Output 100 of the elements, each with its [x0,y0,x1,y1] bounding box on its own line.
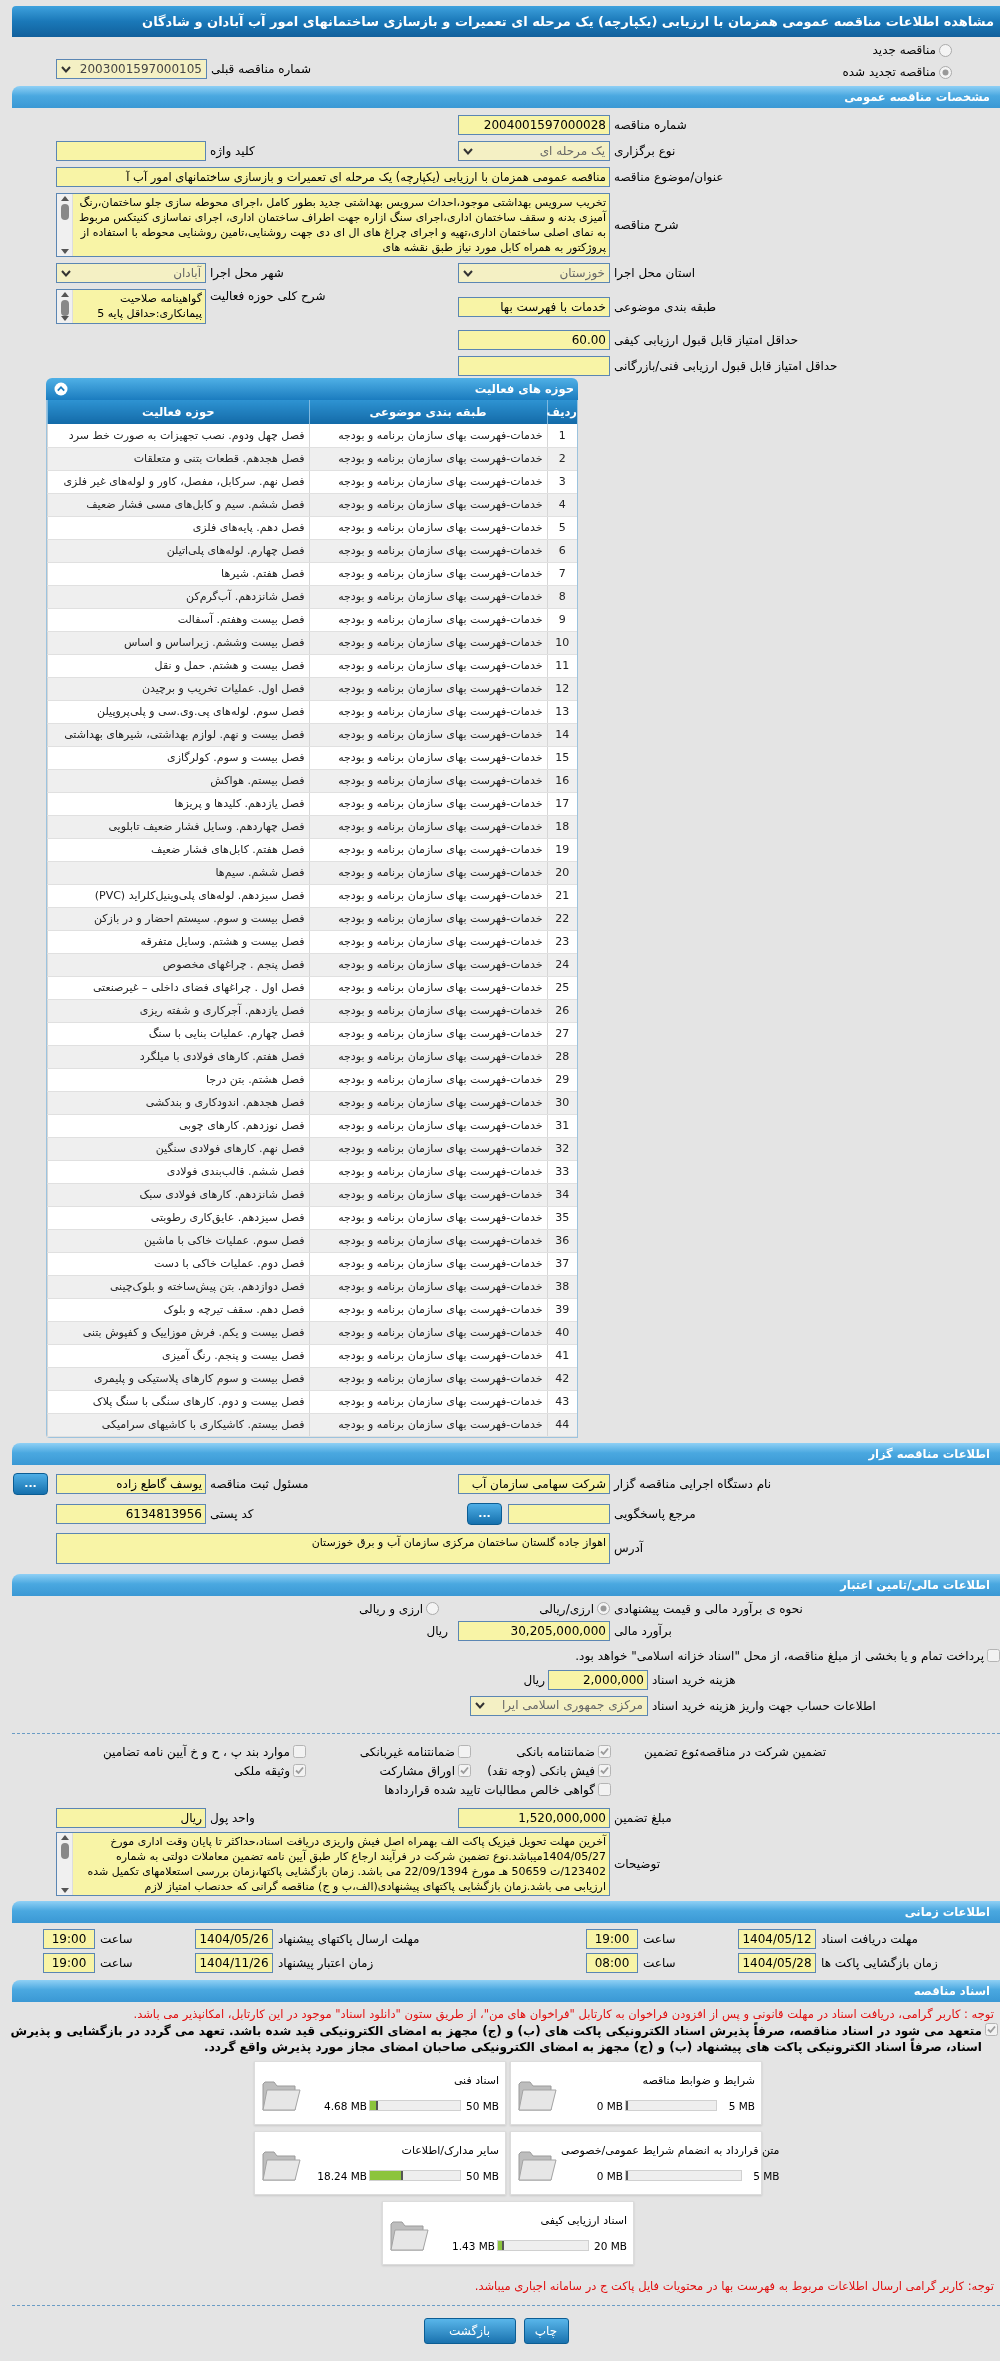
time-field[interactable]: 19:00 [43,1952,95,1973]
date-field[interactable]: 1404/05/26 [195,1928,273,1949]
text-area[interactable]: تخریب سرویس بهداشتی موجود،احداث سرویس بهداشتی جدید بطور کامل ،اجرای محوطه سازی جلو ساختمان،رنگ آمیزی بدنه و سقف ساختمان اداری،اجرای سنگ ازاره جهت اطراف ساختمان اداری، اجرای نماسازی کنیتکس مربوط به نمای اصلی ساختمان اداری،تهیه و اجرای چراغ های ال ای دی جهت روشنایی،تامین روشنایی محوطه با استفاده از پروژکتور به همراه کابل مورد نیاز طبق نقشه های [56,193,610,257]
field-label: حداقل امتیاز قابل قبول ارزیابی کیفی [613,333,800,347]
dropdown[interactable]: یک مرحله ای [458,141,610,161]
checkbox-label: فیش بانکی (وجه نقد) [487,1763,595,1778]
table-cell: فصل بیست و هشتم. وسایل متفرقه [47,930,309,953]
date-field[interactable]: 1404/05/28 [738,1952,816,1973]
table-cell: 35 [547,1206,577,1229]
input-field[interactable]: 6134813956 [56,1503,206,1524]
table-cell: فصل بیست و هشتم. حمل و نقل [47,654,309,677]
dropdown[interactable]: خوزستان [458,263,610,283]
dropdown[interactable]: مرکزی جمهوری اسلامی ایرا [470,1695,648,1716]
table-cell: 32 [547,1137,577,1160]
checkbox[interactable] [598,1764,611,1777]
table-cell: فصل ششم. سیم و کابل‌های مسی فشار ضعیف [47,493,309,516]
radio-button[interactable] [939,43,952,57]
input-field[interactable]: 2,000,000 [548,1669,648,1690]
back-button[interactable]: بازگشت [423,2317,516,2344]
caret-icon [463,269,473,277]
checkbox-label: گواهی خالص مطالبات تایید شده قراردادها [384,1782,595,1797]
section-header: اسناد مناقصه [12,1979,1000,2002]
radio-button[interactable] [597,1602,610,1615]
checkbox[interactable] [598,1745,611,1758]
table-cell: خدمات-فهرست بهای سازمان برنامه و بودجه [309,1275,547,1298]
collapse-icon[interactable] [54,382,68,396]
table-cell: فصل هجدهم. اندودکاری و بندکشی [47,1091,309,1114]
input-field[interactable] [458,356,610,376]
time-field[interactable]: 19:00 [43,1928,95,1949]
input-field[interactable] [56,141,206,161]
radio-label: ارزی/ریالی [539,1601,594,1616]
field-label: واحد پول [209,1810,256,1825]
table-cell: خدمات-فهرست بهای سازمان برنامه و بودجه [309,1022,547,1045]
text-area[interactable]: گواهینامه صلاحیت پیمانکاری:حداقل پایه 5 [56,289,206,324]
checkbox[interactable] [458,1745,471,1758]
input-field[interactable]: 30,205,000,000 [458,1620,610,1641]
max-size: 5 MB [727,2099,755,2112]
input-field[interactable]: 1,520,000,000 [458,1807,610,1828]
checkbox-label: پرداخت تمام و یا بخشی از مبلغ مناقصه، از محل "اسناد خزانه اسلامی" خواهد بود. [575,1648,984,1663]
table-cell: خدمات-فهرست بهای سازمان برنامه و بودجه [309,1160,547,1183]
unit-label: ریال [523,1672,545,1687]
text-area[interactable]: آخرین مهلت تحویل فیزیک پاکت الف بهمراه اصل فیش واریزی دریافت اسناد،حداکثر تا پایان وقت اداری مورخ 1404/05/27میباشد.نوع تضمین شرکت در فرآیند ارجاع کار طبق آیین نامه تضمین معاملات دولتی به شماره 123402/ت 50659 هـ مورخ 22/09/1394 می باشد. زمان بازگشایی پاکتها،زمان بررسی استعلامهای تکمیل شده ارزیابی می باشد.زمان بازگشایی پاکتهای پیشنهادی(الف،ب و ج) مناقصه گرانی که حدنصاب امتیاز لازم [56,1831,610,1896]
table-cell: 27 [547,1022,577,1045]
checkbox[interactable] [987,1649,1000,1662]
more-button[interactable]: ... [13,1472,48,1495]
table-cell: خدمات-فهرست بهای سازمان برنامه و بودجه [309,424,547,447]
column-header: طبقه بندی موضوعی [309,400,547,424]
table-cell: خدمات-فهرست بهای سازمان برنامه و بودجه [309,562,547,585]
checkbox[interactable] [985,2022,998,2036]
input-field[interactable]: ریال [56,1807,206,1828]
table-cell: فصل دهم. پایه‌های فلزی [47,516,309,539]
field-label: مسئول ثبت مناقصه [209,1476,310,1491]
table-cell: 24 [547,953,577,976]
print-button[interactable]: چاپ [523,2317,569,2344]
table-cell: فصل ششم. سیم‌ها [47,861,309,884]
input-field[interactable]: یوسف گاطع زاده [56,1473,206,1494]
more-button[interactable]: ... [467,1502,502,1525]
time-field[interactable]: 08:00 [586,1952,638,1973]
dropdown[interactable]: 2003001597000105 [56,59,207,79]
table-cell: خدمات-فهرست بهای سازمان برنامه و بودجه [309,1045,547,1068]
date-field[interactable]: 1404/05/12 [738,1928,816,1949]
scrollbar[interactable] [57,290,73,323]
checkbox[interactable] [293,1764,306,1777]
input-field[interactable]: شرکت سهامی سازمان آب [458,1473,610,1494]
scrollbar[interactable] [57,1832,73,1895]
time-label: ساعت [99,1931,134,1946]
date-field[interactable]: 1404/11/26 [195,1952,273,1973]
section-header: مشخصات مناقصه عمومی [12,86,1000,108]
table-cell: فصل نهم. کارهای فولادی سنگین [47,1137,309,1160]
table-cell: خدمات-فهرست بهای سازمان برنامه و بودجه [309,631,547,654]
checkbox-label: متعهد می شود در اسناد مناقصه، صرفاً پذیرش اسناد الکترونیکی پاکت های (ب) و (ج) مجهز به امضای الکترونیکی قید شده باشد. تعهد می گردد در بازگشایی و پذیرش اسناد، صرفاً اسناد الکترونیکی پاکت های پیشنهاد (ب) و (ج) مجهز به امضای الکترونیکی صاحبان امضای مجاز مورد پذیرش واقع گردد. [2,2022,982,2055]
checkbox-label: اوراق مشارکت [379,1763,455,1778]
used-size: 18.24 MB [316,2169,368,2182]
field-label: برآورد مالی [613,1623,673,1638]
input-field[interactable]: 60.00 [458,330,610,350]
dropdown[interactable]: آبادان [56,263,206,283]
scrollbar[interactable] [57,194,73,256]
time-field[interactable]: 19:00 [586,1928,638,1949]
input-field[interactable] [508,1503,610,1524]
table-cell: خدمات-فهرست بهای سازمان برنامه و بودجه [309,723,547,746]
input-field[interactable]: مناقصه عمومی همزمان با ارزیابی (یکپارچه) یک مرحله ای تعمیرات و بازسازی ساختمانهای امور آب آ [56,167,610,187]
checkbox[interactable] [598,1783,611,1796]
checkbox[interactable] [458,1764,471,1777]
radio-button[interactable] [426,1602,440,1615]
radio-button[interactable] [939,65,952,79]
input-field[interactable]: خدمات با فهرست بها [458,296,610,317]
table-cell: خدمات-فهرست بهای سازمان برنامه و بودجه [309,1229,547,1252]
table-cell: 29 [547,1068,577,1091]
field-label: زمان بازگشایی پاکت ها [820,1955,938,1970]
table-cell: 37 [547,1252,577,1275]
table-cell: 4 [547,493,577,516]
checkbox-label: ضمانتنامه غیربانکی [359,1744,455,1759]
table-cell: خدمات-فهرست بهای سازمان برنامه و بودجه [309,1068,547,1091]
input-field[interactable]: 2004001597000028 [458,115,610,135]
text-area[interactable]: اهواز جاده گلستان ساختمان مرکزی سازمان آب و برق خوزستان [56,1532,610,1564]
field-label: مرجع پاسخگویی [613,1506,697,1521]
radio-label: مناقصه تجدید شده [842,65,936,79]
table-cell: 31 [547,1114,577,1137]
table-cell: فصل پنجم . چراغهای مخصوص [47,953,309,976]
checkbox[interactable] [293,1745,306,1758]
